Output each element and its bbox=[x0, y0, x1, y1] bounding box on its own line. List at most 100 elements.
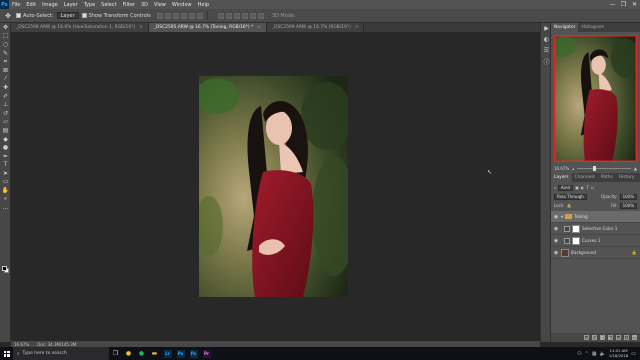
distribute-top-icon[interactable] bbox=[217, 12, 224, 19]
crop-tool-icon[interactable]: ⌗ bbox=[0, 57, 11, 66]
tray-up-arrow-icon[interactable]: ⌃ bbox=[585, 351, 589, 357]
menu-type[interactable]: Type bbox=[81, 2, 98, 8]
clone-stamp-tool-icon[interactable]: ⊥ bbox=[0, 100, 11, 109]
menu-file[interactable]: File bbox=[9, 2, 23, 8]
layer-mask-thumbnail[interactable] bbox=[572, 236, 580, 245]
file-explorer-icon[interactable]: ▬ bbox=[148, 347, 161, 360]
group-expand-icon[interactable]: ▾ bbox=[561, 214, 563, 219]
move-tool-icon[interactable]: ✥ bbox=[0, 23, 11, 32]
layer-mask-thumbnail[interactable] bbox=[572, 224, 580, 233]
task-view-icon[interactable]: ❐ bbox=[109, 347, 122, 360]
zoom-out-icon[interactable]: ▴ bbox=[572, 166, 574, 171]
notifications-icon[interactable]: ▭ bbox=[631, 351, 636, 357]
lasso-tool-icon[interactable]: ○ bbox=[0, 40, 11, 49]
zoom-tool-icon[interactable]: ⌕ bbox=[0, 195, 11, 204]
premiere-taskbar-icon[interactable]: Pr bbox=[200, 347, 213, 360]
lightroom-taskbar-icon[interactable]: Lr bbox=[161, 347, 174, 360]
quick-select-tool-icon[interactable]: ✎ bbox=[0, 49, 11, 58]
marquee-tool-icon[interactable]: ⬚ bbox=[0, 32, 11, 41]
background-layer-thumbnail[interactable] bbox=[561, 248, 569, 257]
close-tab-icon[interactable]: × bbox=[355, 25, 359, 30]
align-left-icon[interactable] bbox=[180, 12, 187, 19]
auto-select-dropdown[interactable]: Layer bbox=[56, 12, 79, 19]
zoom-slider-knob[interactable] bbox=[593, 165, 597, 171]
fill-field[interactable]: 100% bbox=[619, 202, 637, 209]
canvas-area[interactable]: ↖ bbox=[11, 32, 540, 342]
layer-row-background[interactable]: ◉ Background 🔒 bbox=[551, 247, 640, 259]
filter-pixel-icon[interactable]: ▣ bbox=[575, 185, 579, 190]
photoshop-taskbar-icon[interactable]: Ps bbox=[174, 347, 187, 360]
filter-shape-icon[interactable]: ▭ bbox=[591, 185, 595, 190]
network-icon[interactable]: ▦ bbox=[592, 351, 597, 357]
distribute-middle-icon[interactable] bbox=[225, 12, 232, 19]
align-top-icon[interactable] bbox=[156, 12, 163, 19]
menu-help[interactable]: Help bbox=[195, 2, 212, 8]
new-group-icon[interactable]: ▭ bbox=[616, 335, 621, 340]
menu-view[interactable]: View bbox=[151, 2, 169, 8]
brush-tool-icon[interactable]: ✐ bbox=[0, 92, 11, 101]
eyedropper-tool-icon[interactable]: ⁄ bbox=[0, 75, 11, 84]
distribute-left-icon[interactable] bbox=[241, 12, 248, 19]
layer-row-selective-color[interactable]: ◉ Selective Color 1 bbox=[551, 223, 640, 235]
history-brush-tool-icon[interactable]: ↺ bbox=[0, 109, 11, 118]
gradient-tool-icon[interactable]: ▤ bbox=[0, 126, 11, 135]
opacity-field[interactable]: 100% bbox=[619, 193, 637, 200]
tab-layers[interactable]: Layers bbox=[551, 173, 572, 182]
transform-controls-checkbox[interactable] bbox=[81, 13, 87, 18]
zoom-in-icon[interactable]: ▲ bbox=[634, 166, 637, 171]
hand-tool-icon[interactable]: ✋ bbox=[0, 186, 11, 195]
new-adjustment-icon[interactable]: ◐ bbox=[608, 335, 613, 340]
taskbar-clock[interactable]: 11:01 AM 1/18/2018 bbox=[609, 348, 628, 358]
more-tools-icon[interactable]: … bbox=[0, 203, 11, 212]
navigator-thumbnail[interactable] bbox=[554, 35, 637, 162]
tab-dsc2598[interactable]: _DSC2598.ARW @ 16.6% (Hue/Saturation 1, … bbox=[11, 23, 149, 32]
zoom-level[interactable]: 16.67% bbox=[14, 342, 29, 347]
close-window-button[interactable]: ✕ bbox=[629, 0, 640, 9]
foreground-color-swatch[interactable] bbox=[2, 266, 7, 271]
document-photo[interactable] bbox=[199, 76, 348, 297]
tab-history[interactable]: History bbox=[616, 173, 638, 182]
visibility-eye-icon[interactable]: ◉ bbox=[553, 250, 559, 256]
link-layers-icon[interactable]: ∞ bbox=[584, 335, 589, 340]
menu-edit[interactable]: Edit bbox=[23, 2, 39, 8]
layer-row-toning[interactable]: ◉ ▾ Toning bbox=[551, 211, 640, 223]
healing-brush-tool-icon[interactable]: ✚ bbox=[0, 83, 11, 92]
people-icon[interactable]: ⚇ bbox=[577, 351, 581, 357]
align-bottom-icon[interactable] bbox=[172, 12, 179, 19]
restore-button[interactable]: ❐ bbox=[618, 0, 629, 9]
chrome-icon[interactable]: ● bbox=[122, 347, 135, 360]
move-tool-icon[interactable]: ✥ bbox=[3, 11, 13, 21]
add-mask-icon[interactable]: ◘ bbox=[600, 335, 605, 340]
frame-tool-icon[interactable]: ⊠ bbox=[0, 66, 11, 75]
start-button[interactable] bbox=[0, 347, 13, 360]
align-center-icon[interactable] bbox=[188, 12, 195, 19]
path-selection-tool-icon[interactable]: ➤ bbox=[0, 169, 11, 178]
visibility-eye-icon[interactable]: ◉ bbox=[553, 226, 559, 232]
filter-adjustment-icon[interactable]: ◐ bbox=[581, 185, 585, 190]
menu-window[interactable]: Window bbox=[169, 2, 195, 8]
zoom-slider[interactable] bbox=[577, 165, 631, 171]
tab-channels[interactable]: Channels bbox=[572, 173, 598, 182]
blur-tool-icon[interactable]: ◆ bbox=[0, 135, 11, 144]
layer-style-icon[interactable]: fx bbox=[592, 335, 597, 340]
tab-paths[interactable]: Paths bbox=[598, 173, 616, 182]
tab-dsc2599[interactable]: _DSC2599.ARW @ 16.7% (RGB/16*) × bbox=[266, 23, 365, 32]
layer-row-curves[interactable]: ◉ Curves 1 bbox=[551, 235, 640, 247]
eraser-tool-icon[interactable]: ▱ bbox=[0, 118, 11, 127]
spotify-icon[interactable]: ● bbox=[135, 347, 148, 360]
menu-layer[interactable]: Layer bbox=[61, 2, 81, 8]
photoshop-alt-taskbar-icon[interactable]: Ps bbox=[187, 347, 200, 360]
menu-3d[interactable]: 3D bbox=[138, 2, 151, 8]
type-tool-icon[interactable]: T bbox=[0, 161, 11, 170]
tab-navigator[interactable]: Navigator bbox=[551, 23, 579, 32]
blend-mode-dropdown[interactable]: Pass Through bbox=[554, 193, 587, 200]
visibility-eye-icon[interactable]: ◉ bbox=[553, 214, 559, 220]
menu-image[interactable]: Image bbox=[39, 2, 61, 8]
dodge-tool-icon[interactable]: ● bbox=[0, 143, 11, 152]
photoshop-logo[interactable]: Ps bbox=[0, 0, 9, 9]
rectangle-tool-icon[interactable]: ▭ bbox=[0, 178, 11, 187]
auto-select-checkbox[interactable] bbox=[16, 13, 21, 18]
new-layer-icon[interactable]: + bbox=[624, 335, 629, 340]
minimize-button[interactable]: — bbox=[607, 0, 618, 9]
lock-icon[interactable]: 🔒 bbox=[566, 203, 571, 208]
